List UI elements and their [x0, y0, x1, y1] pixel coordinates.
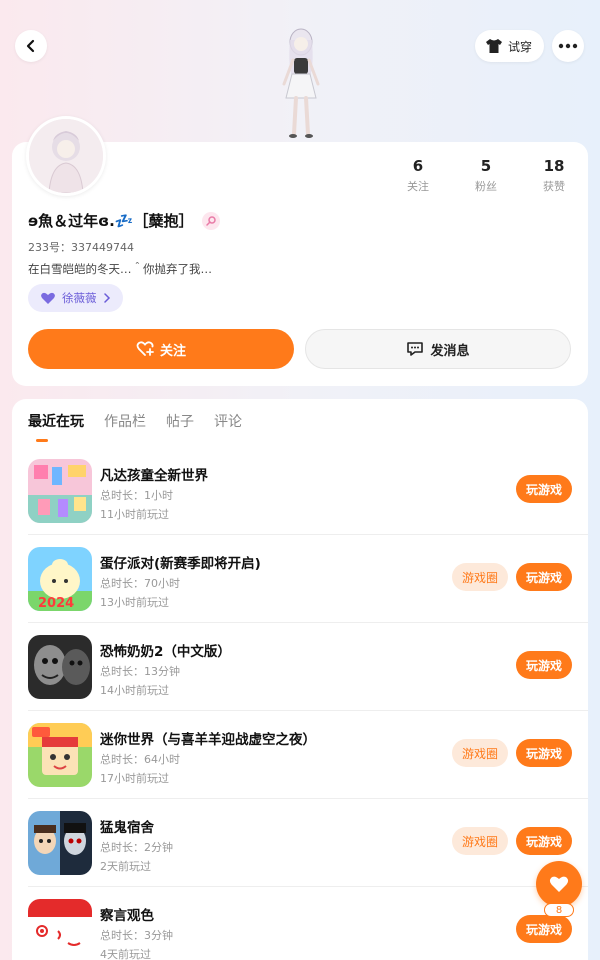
svg-text:2024: 2024: [38, 596, 74, 611]
chevron-right-icon: [103, 293, 110, 303]
stat-label: 获赞: [543, 180, 565, 193]
game-last-played: 11小时前玩过: [100, 508, 169, 521]
like-fab-button[interactable]: [536, 861, 582, 907]
game-title: 猛鬼宿舍: [100, 820, 154, 836]
relation-tag[interactable]: 徐薇薇: [28, 284, 123, 312]
search-badge-icon[interactable]: [201, 211, 220, 230]
game-last-played: 2天前玩过: [100, 860, 151, 873]
follow-label: 关注: [159, 343, 186, 359]
send-message-label: 发消息: [430, 343, 470, 359]
relation-tag-label: 徐薇薇: [62, 291, 97, 305]
game-icon[interactable]: 2024: [28, 547, 92, 611]
game-title: 蛋仔派对(新赛季即将开启): [100, 556, 261, 572]
stat-likes[interactable]: 18 获赞: [520, 156, 588, 194]
tab-indicator: [36, 439, 48, 442]
avatar-3d-figure[interactable]: [262, 26, 340, 144]
tab-works[interactable]: 作品栏: [104, 411, 146, 441]
game-duration: 总时长：2分钟: [100, 841, 173, 854]
stat-value: 6: [412, 157, 424, 175]
game-icon[interactable]: [28, 811, 92, 875]
game-row[interactable]: 迷你世界（与喜羊羊迎战虚空之夜） 总时长：64小时 17小时前玩过 游戏圈 玩游…: [12, 711, 588, 799]
chevron-left-icon: [26, 39, 35, 53]
game-row[interactable]: 2024 蛋仔派对(新赛季即将开启) 总时长：70小时 13小时前玩过 游戏圈 …: [12, 535, 588, 623]
game-row[interactable]: 猛鬼宿舍 总时长：2分钟 2天前玩过 游戏圈 玩游戏: [12, 799, 588, 887]
stat-label: 关注: [407, 180, 429, 193]
game-duration: 总时长：13分钟: [100, 665, 180, 678]
game-last-played: 17小时前玩过: [100, 772, 169, 785]
play-game-button[interactable]: 玩游戏: [516, 739, 572, 767]
game-duration: 总时长：3分钟: [100, 929, 173, 942]
heart-icon: [41, 292, 55, 304]
game-row[interactable]: 察言观色 总时长：3分钟 4天前玩过 玩游戏: [12, 887, 588, 960]
like-count-badge: 8: [544, 903, 574, 917]
tab-posts[interactable]: 帖子: [166, 411, 194, 441]
stat-followers[interactable]: 5 粉丝: [452, 156, 520, 194]
game-duration: 总时长：64小时: [100, 753, 180, 766]
try-on-button[interactable]: 试穿: [474, 30, 544, 62]
stat-following[interactable]: 6 关注: [384, 156, 452, 194]
game-icon[interactable]: [28, 459, 92, 523]
profile-stats: 6 关注 5 粉丝 18 获赞: [384, 156, 588, 194]
more-button[interactable]: [552, 30, 584, 62]
game-title: 察言观色: [100, 908, 154, 924]
chat-icon: [407, 342, 424, 356]
avatar[interactable]: [26, 116, 106, 196]
tab-recent-games[interactable]: 最近在玩: [28, 411, 84, 441]
game-last-played: 14小时前玩过: [100, 684, 169, 697]
tab-comments[interactable]: 评论: [214, 411, 242, 441]
user-id: 233号：337449744: [28, 241, 134, 254]
play-game-button[interactable]: 玩游戏: [516, 915, 572, 943]
game-title: 恐怖奶奶2（中文版）: [100, 644, 231, 660]
avatar-image: [29, 119, 103, 193]
tshirt-icon: [485, 39, 502, 53]
send-message-button[interactable]: 发消息: [305, 329, 571, 369]
games-card: 最近在玩 作品栏 帖子 评论 凡达孩童全新世界 总时长：1小时 11小时前玩过 …: [12, 399, 588, 960]
stat-value: 5: [480, 157, 492, 175]
game-last-played: 4天前玩过: [100, 948, 151, 960]
profile-card: 6 关注 5 粉丝 18 获赞 ɘ魚＆过年ɞ.💤［蘖抱］ 233号：337449…: [12, 116, 588, 386]
play-game-button[interactable]: 玩游戏: [516, 651, 572, 679]
try-on-label: 试穿: [507, 39, 532, 54]
back-button[interactable]: [15, 30, 47, 62]
bio: 在白雪皑皑的冬天…＾你抛弃了我…: [28, 262, 212, 276]
game-circle-button[interactable]: 游戏圈: [452, 739, 508, 767]
heart-icon: [549, 876, 569, 892]
play-game-button[interactable]: 玩游戏: [516, 827, 572, 855]
game-icon[interactable]: [28, 899, 92, 960]
game-circle-button[interactable]: 游戏圈: [452, 563, 508, 591]
top-bar: 试穿: [0, 0, 600, 140]
game-title: 凡达孩童全新世界: [100, 468, 208, 484]
game-title: 迷你世界（与喜羊羊迎战虚空之夜）: [100, 732, 316, 748]
more-dots-icon: [558, 43, 578, 49]
profile-tabs: 最近在玩 作品栏 帖子 评论: [28, 411, 242, 441]
stat-value: 18: [543, 157, 565, 175]
game-row[interactable]: 恐怖奶奶2（中文版） 总时长：13分钟 14小时前玩过 玩游戏: [12, 623, 588, 711]
character-image: [282, 28, 320, 138]
game-duration: 总时长：70小时: [100, 577, 180, 590]
play-game-button[interactable]: 玩游戏: [516, 563, 572, 591]
game-duration: 总时长：1小时: [100, 489, 173, 502]
game-row[interactable]: 凡达孩童全新世界 总时长：1小时 11小时前玩过 玩游戏: [12, 447, 588, 535]
stat-label: 粉丝: [475, 180, 497, 193]
nickname: ɘ魚＆过年ɞ.💤［蘖抱］: [28, 212, 194, 230]
play-game-button[interactable]: 玩游戏: [516, 475, 572, 503]
follow-button[interactable]: 关注: [28, 329, 294, 369]
nickname-row: ɘ魚＆过年ɞ.💤［蘖抱］: [28, 210, 220, 231]
game-icon[interactable]: [28, 635, 92, 699]
game-icon[interactable]: [28, 723, 92, 787]
game-circle-button[interactable]: 游戏圈: [452, 827, 508, 855]
add-follow-icon: [136, 341, 154, 356]
game-last-played: 13小时前玩过: [100, 596, 169, 609]
